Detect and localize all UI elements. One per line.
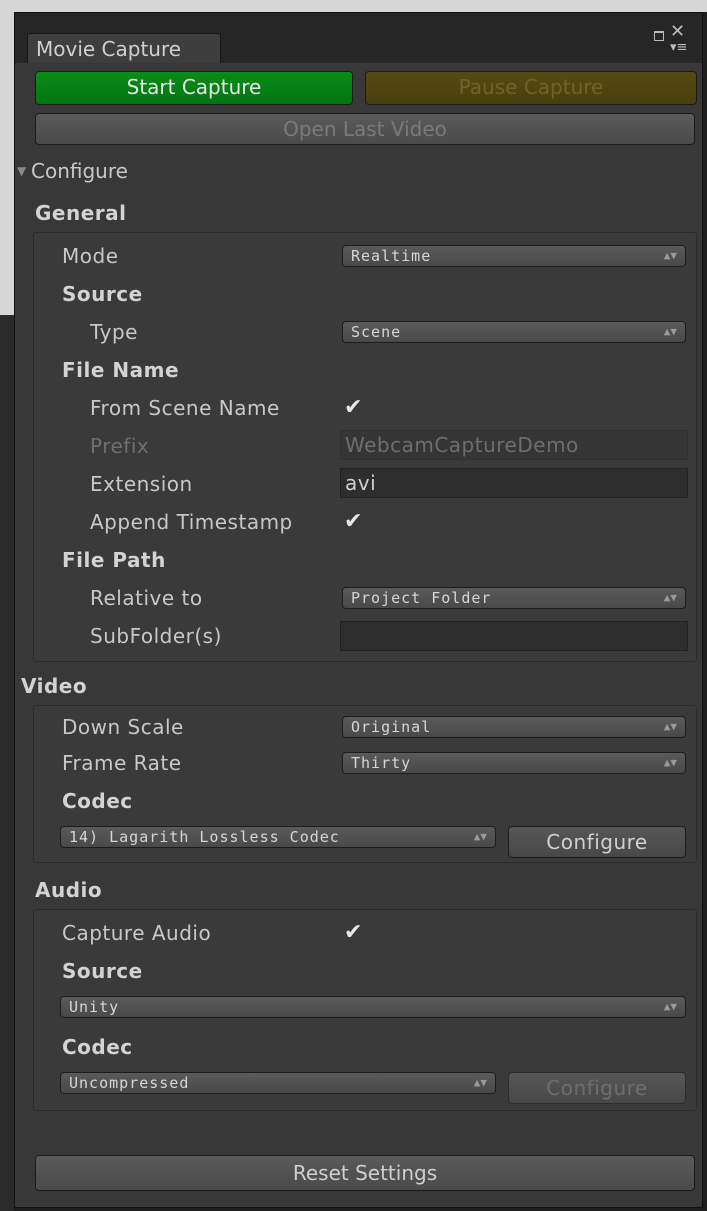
dropdown-arrows-icon: ▲▼ bbox=[663, 591, 677, 604]
down-scale-dropdown[interactable]: Original ▲▼ bbox=[342, 716, 686, 738]
audio-source-dropdown[interactable]: Unity ▲▼ bbox=[60, 996, 686, 1018]
capture-audio-checkbox[interactable]: ✔ bbox=[344, 922, 366, 944]
append-timestamp-label: Append Timestamp bbox=[90, 510, 293, 534]
dropdown-arrows-icon: ▲▼ bbox=[473, 830, 487, 843]
panel-menu-icon[interactable]: ▾≡ bbox=[670, 41, 687, 54]
relative-to-value: Project Folder bbox=[351, 589, 492, 607]
audio-source-value: Unity bbox=[69, 998, 120, 1016]
audio-source-header: Source bbox=[62, 959, 143, 983]
frame-rate-dropdown[interactable]: Thirty ▲▼ bbox=[342, 752, 686, 774]
dropdown-arrows-icon: ▲▼ bbox=[663, 720, 677, 733]
start-capture-button[interactable]: Start Capture bbox=[35, 71, 353, 105]
subfolder-label: SubFolder(s) bbox=[90, 624, 222, 648]
relative-to-label: Relative to bbox=[90, 586, 203, 610]
extension-label: Extension bbox=[90, 472, 193, 496]
window-controls: ✕ ▾≡ bbox=[652, 23, 692, 54]
tab-movie-capture[interactable]: Movie Capture bbox=[27, 33, 221, 63]
from-scene-name-label: From Scene Name bbox=[90, 396, 280, 420]
open-last-video-button[interactable]: Open Last Video bbox=[35, 113, 695, 145]
dropdown-arrows-icon: ▲▼ bbox=[663, 325, 677, 338]
capture-audio-label: Capture Audio bbox=[62, 921, 212, 945]
file-path-header: File Path bbox=[62, 548, 166, 572]
subfolder-field[interactable] bbox=[340, 621, 688, 651]
append-timestamp-checkbox[interactable]: ✔ bbox=[344, 511, 366, 533]
audio-box: Capture Audio ✔ Source Unity ▲▼ Codec Un… bbox=[33, 909, 697, 1111]
video-codec-configure-button[interactable]: Configure bbox=[508, 826, 686, 858]
dropdown-arrows-icon: ▲▼ bbox=[663, 249, 677, 262]
audio-codec-value: Uncompressed bbox=[69, 1074, 190, 1092]
down-scale-value: Original bbox=[351, 718, 432, 736]
audio-codec-header: Codec bbox=[62, 1035, 133, 1059]
relative-to-dropdown[interactable]: Project Folder ▲▼ bbox=[342, 587, 686, 609]
file-name-header: File Name bbox=[62, 358, 180, 382]
mode-dropdown[interactable]: Realtime ▲▼ bbox=[342, 245, 686, 267]
type-value: Scene bbox=[351, 323, 402, 341]
general-box: Mode Realtime ▲▼ Source Type Scene ▲▼ Fi… bbox=[33, 232, 697, 662]
from-scene-name-checkbox[interactable]: ✔ bbox=[344, 397, 366, 419]
configure-foldout[interactable]: ▼ Configure bbox=[17, 158, 128, 184]
down-scale-label: Down Scale bbox=[62, 715, 184, 739]
tab-bar: Movie Capture ✕ ▾≡ bbox=[15, 13, 702, 63]
type-label: Type bbox=[90, 320, 138, 344]
close-icon[interactable]: ✕ bbox=[670, 23, 685, 41]
dropdown-arrows-icon: ▲▼ bbox=[473, 1076, 487, 1089]
general-header: General bbox=[35, 201, 127, 225]
maximize-icon[interactable] bbox=[654, 31, 664, 41]
foldout-arrow-icon: ▼ bbox=[17, 164, 27, 178]
frame-rate-label: Frame Rate bbox=[62, 751, 182, 775]
audio-header: Audio bbox=[35, 878, 103, 902]
outer-background-dark bbox=[0, 315, 14, 1211]
audio-codec-configure-button: Configure bbox=[508, 1072, 686, 1104]
extension-field[interactable]: avi bbox=[340, 468, 688, 498]
mode-label: Mode bbox=[62, 244, 119, 268]
dropdown-arrows-icon: ▲▼ bbox=[663, 756, 677, 769]
frame-rate-value: Thirty bbox=[351, 754, 412, 772]
type-dropdown[interactable]: Scene ▲▼ bbox=[342, 321, 686, 343]
reset-settings-button[interactable]: Reset Settings bbox=[35, 1155, 695, 1191]
source-header: Source bbox=[62, 282, 143, 306]
video-codec-dropdown[interactable]: 14) Lagarith Lossless Codec ▲▼ bbox=[60, 826, 496, 848]
audio-codec-dropdown[interactable]: Uncompressed ▲▼ bbox=[60, 1072, 496, 1094]
video-codec-value: 14) Lagarith Lossless Codec bbox=[69, 828, 340, 846]
prefix-label: Prefix bbox=[90, 434, 150, 458]
pause-capture-button[interactable]: Pause Capture bbox=[365, 71, 697, 105]
prefix-field: WebcamCaptureDemo bbox=[340, 430, 688, 460]
mode-value: Realtime bbox=[351, 247, 432, 265]
dropdown-arrows-icon: ▲▼ bbox=[663, 1000, 677, 1013]
outer-background bbox=[0, 0, 707, 12]
configure-label: Configure bbox=[31, 159, 128, 183]
video-codec-header: Codec bbox=[62, 789, 133, 813]
video-header: Video bbox=[21, 674, 88, 698]
video-box: Down Scale Original ▲▼ Frame Rate Thirty… bbox=[33, 705, 697, 863]
movie-capture-window: Movie Capture ✕ ▾≡ Start Capture Pause C… bbox=[14, 12, 703, 1208]
